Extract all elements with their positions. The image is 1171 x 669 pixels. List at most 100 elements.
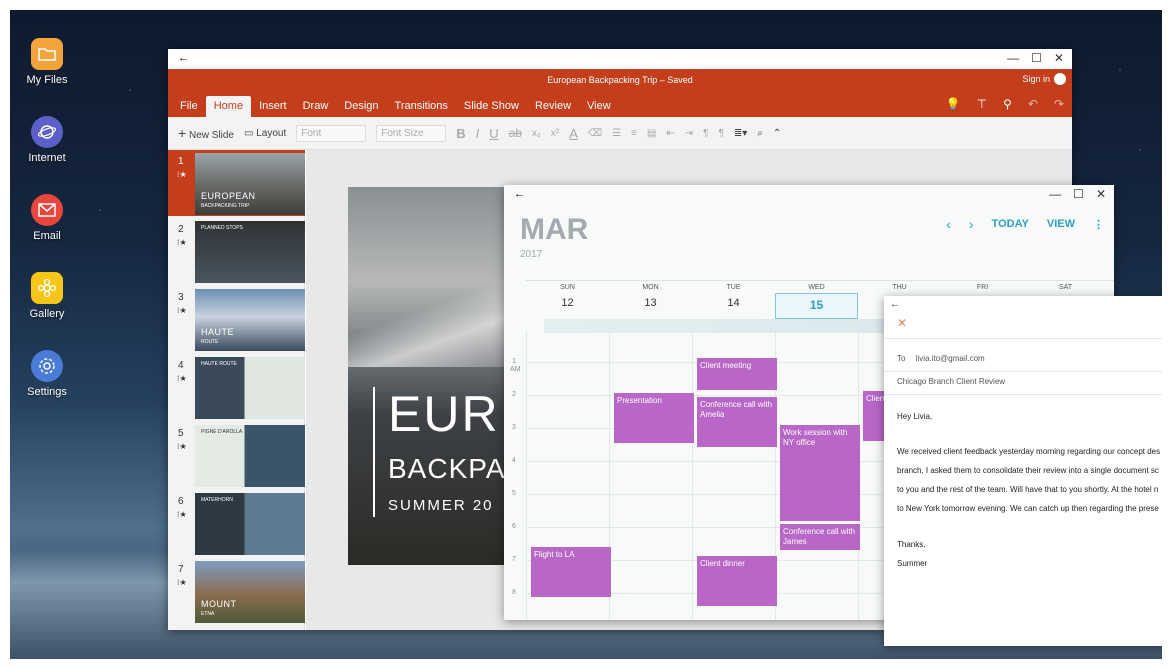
today-button[interactable]: TODAY: [992, 218, 1029, 230]
slide-subtitle[interactable]: SUMMER 20: [388, 497, 494, 514]
signin-button[interactable]: Sign in: [1022, 73, 1066, 85]
font-color-icon[interactable]: A: [569, 126, 578, 141]
new-slide-button[interactable]: + New Slide: [178, 125, 234, 141]
close-x-icon[interactable]: ✕: [897, 316, 907, 330]
hour-label: 7: [512, 556, 516, 563]
desktop-icon-label: Settings: [27, 386, 67, 398]
event-flight-to-la[interactable]: Flight to LA: [531, 547, 611, 597]
layout-button[interactable]: ▭ Layout: [244, 128, 286, 139]
share-person-icon[interactable]: ⚲: [1003, 97, 1012, 111]
day-name: FRI: [976, 284, 989, 291]
font-size-dropdown[interactable]: Font Size: [376, 124, 447, 142]
minimize-icon[interactable]: —: [1049, 187, 1061, 201]
today-date-highlight[interactable]: 15: [775, 293, 858, 319]
tab-home[interactable]: Home: [205, 96, 252, 117]
event-conference-call-amelia[interactable]: Conference call with Amelia: [697, 397, 777, 447]
bold-icon[interactable]: B: [456, 126, 465, 141]
tab-draw[interactable]: Draw: [295, 96, 337, 117]
italic-icon[interactable]: I: [476, 126, 480, 141]
hour-label: 3: [512, 424, 516, 431]
slide-thumbnail[interactable]: 7 ⁝★ MOUNT ETNA: [168, 558, 305, 624]
maximize-icon[interactable]: ☐: [1073, 187, 1084, 201]
numbering-icon[interactable]: ≡: [631, 128, 637, 139]
day-column-header[interactable]: TUE 14: [692, 281, 775, 309]
redo-icon[interactable]: ↷: [1054, 97, 1064, 111]
more-vert-icon[interactable]: ⋮: [1093, 218, 1104, 231]
back-arrow-icon[interactable]: ←: [514, 188, 525, 200]
event-client-meeting[interactable]: Client meeting: [697, 358, 777, 390]
decrease-indent-icon[interactable]: ⇤: [666, 128, 674, 139]
slide-thumbnail-pane: 1 ⁝★ EUROPEAN BACKPACKING TRIP 2 ⁝★ PLAN…: [168, 150, 305, 630]
superscript-icon[interactable]: x²: [551, 128, 559, 139]
day-column-header[interactable]: WED: [775, 281, 858, 291]
tab-slide-show[interactable]: Slide Show: [456, 96, 527, 117]
maximize-icon[interactable]: ☐: [1031, 51, 1042, 65]
event-work-session[interactable]: Work session with NY office: [780, 425, 860, 521]
to-field[interactable]: To livia.ito@gmail.com: [897, 354, 985, 363]
chevron-right-icon[interactable]: ›: [969, 216, 974, 232]
tab-review[interactable]: Review: [527, 96, 579, 117]
window-controls: — ☐ ✕: [1007, 51, 1064, 65]
strikethrough-icon[interactable]: ab: [509, 126, 522, 140]
ltr-icon[interactable]: ¶: [703, 128, 708, 139]
event-presentation[interactable]: Presentation: [614, 393, 694, 443]
tab-design[interactable]: Design: [336, 96, 386, 117]
slide-thumbnail[interactable]: 6 ⁝★ MATERHORN: [168, 490, 305, 556]
hour-label: 4: [512, 457, 516, 464]
slide-number: 7: [178, 564, 184, 575]
font-dropdown[interactable]: Font: [296, 124, 367, 142]
close-icon[interactable]: ✕: [1096, 187, 1106, 201]
desktop-icon-internet[interactable]: Internet: [10, 116, 84, 164]
day-name: WED: [808, 284, 825, 291]
undo-icon[interactable]: ↶: [1028, 97, 1038, 111]
subject-field[interactable]: Chicago Branch Client Review: [897, 377, 1005, 386]
slide-number: 6: [178, 496, 184, 507]
list-style-icon[interactable]: ▤: [647, 128, 656, 139]
clear-format-icon[interactable]: ⌫: [588, 128, 602, 139]
envelope-icon: [31, 194, 63, 226]
subscript-icon[interactable]: x₂: [532, 128, 541, 139]
increase-indent-icon[interactable]: ⇥: [685, 128, 693, 139]
slide-thumbnail[interactable]: 3 ⁝★ HAUTE ROUTE: [168, 286, 305, 352]
close-icon[interactable]: ✕: [1054, 51, 1064, 65]
desktop-icon-gallery[interactable]: Gallery: [10, 272, 84, 320]
slide-title-line1[interactable]: EUR: [388, 385, 500, 443]
day-column-header[interactable]: MON 13: [609, 281, 692, 309]
back-arrow-icon[interactable]: ←: [890, 299, 900, 310]
back-arrow-icon[interactable]: ←: [178, 52, 189, 64]
view-button[interactable]: VIEW: [1047, 218, 1075, 230]
day-name: SUN: [560, 284, 575, 291]
collapse-ribbon-icon[interactable]: ⌃: [773, 128, 781, 139]
desktop-icon-settings[interactable]: Settings: [10, 350, 84, 398]
desktop-icon-email[interactable]: Email: [10, 194, 84, 242]
minimize-icon[interactable]: —: [1007, 51, 1019, 65]
tab-view[interactable]: View: [579, 96, 619, 117]
slide-number: 2: [178, 224, 184, 235]
search-icon[interactable]: ⌕: [757, 128, 763, 139]
thumb-title: MOUNT: [201, 599, 237, 609]
rtl-icon[interactable]: ¶: [719, 128, 724, 139]
thumb-title: EUROPEAN: [201, 191, 256, 201]
paragraph-menu-icon[interactable]: ≣▾: [734, 128, 747, 139]
planet-icon: [31, 116, 63, 148]
tab-transitions[interactable]: Transitions: [387, 96, 456, 117]
tab-file[interactable]: File: [172, 96, 206, 117]
event-conference-call-james[interactable]: Conference call with James: [780, 524, 860, 550]
desktop-icon-my-files[interactable]: My Files: [10, 38, 84, 86]
chevron-left-icon[interactable]: ‹: [946, 216, 951, 232]
bullets-icon[interactable]: ☰: [612, 128, 621, 139]
tab-insert[interactable]: Insert: [251, 96, 295, 117]
slide-thumbnail[interactable]: 4 ⁝★ HAUTE ROUTE: [168, 354, 305, 420]
slide-thumbnail[interactable]: 1 ⁝★ EUROPEAN BACKPACKING TRIP: [168, 150, 305, 216]
slide-thumbnail[interactable]: 2 ⁝★ PLANNED STOPS: [168, 218, 305, 284]
day-column-header[interactable]: SUN 12: [526, 281, 609, 309]
thumb-subtitle: PLANNED STOPS: [201, 225, 243, 231]
desktop-icon-label: My Files: [26, 74, 68, 86]
lightbulb-icon[interactable]: 💡: [946, 97, 961, 111]
slide-thumbnail[interactable]: 5 ⁝★ PIGNE D'AROLLA: [168, 422, 305, 488]
event-client-dinner[interactable]: Client dinner: [697, 556, 777, 606]
underline-icon[interactable]: U: [489, 126, 498, 141]
slide-title-line2[interactable]: BACKPA: [388, 453, 506, 485]
present-icon[interactable]: ⊤: [977, 97, 987, 111]
slide-divider: [373, 387, 375, 517]
